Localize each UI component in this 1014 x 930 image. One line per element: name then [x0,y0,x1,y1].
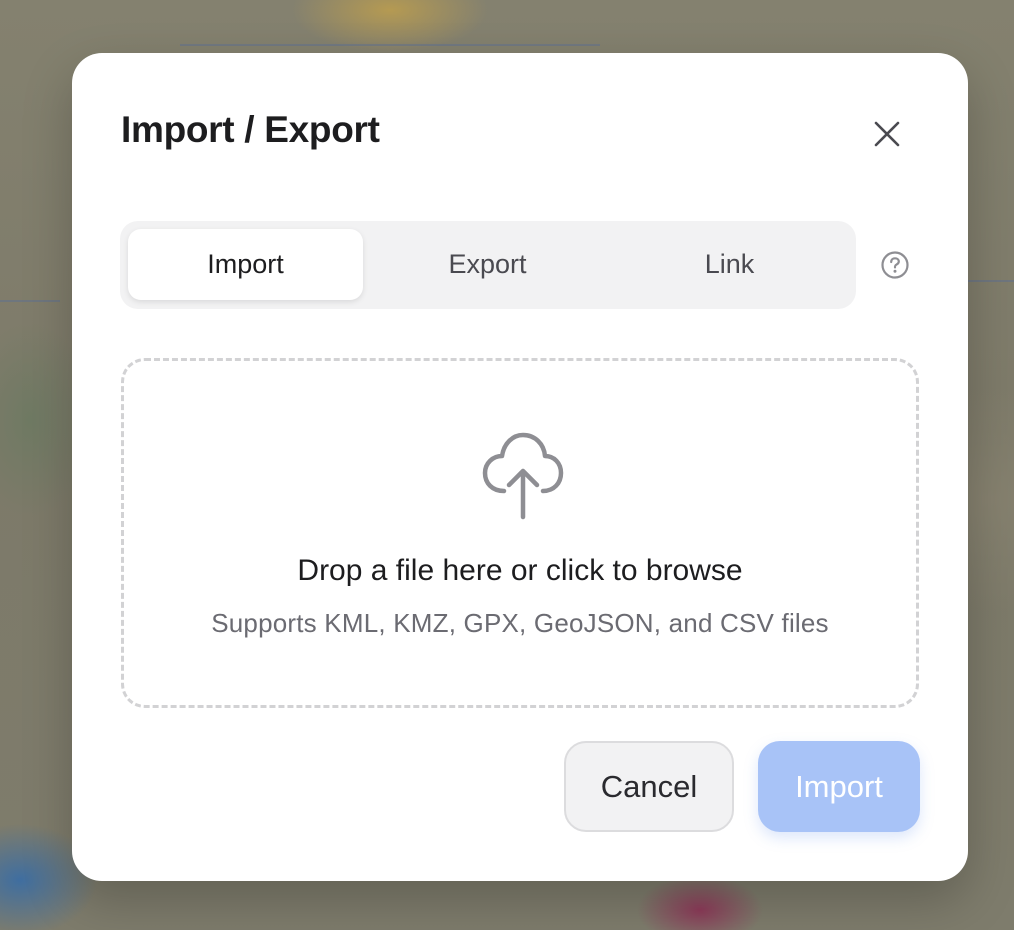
map-road [0,300,60,302]
cancel-button[interactable]: Cancel [564,741,734,832]
tab-import[interactable]: Import [128,229,363,300]
map-road [180,44,600,46]
cloud-upload-icon [482,432,564,520]
tab-link[interactable]: Link [612,229,847,300]
file-dropzone[interactable]: Drop a file here or click to browse Supp… [121,358,919,708]
dropzone-subtitle: Supports KML, KMZ, GPX, GeoJSON, and CSV… [211,608,829,638]
dropzone-title: Drop a file here or click to browse [297,554,743,587]
tab-export[interactable]: Export [370,229,605,300]
help-circle-icon[interactable] [880,250,910,280]
import-button[interactable]: Import [758,741,920,832]
dialog-title: Import / Export [121,109,380,150]
map-road [960,280,1014,282]
close-icon [874,121,900,147]
tab-bar: Import Export Link [120,221,856,309]
close-button[interactable] [867,114,907,154]
import-export-dialog: Import / Export Import Export Link Drop … [72,53,968,881]
